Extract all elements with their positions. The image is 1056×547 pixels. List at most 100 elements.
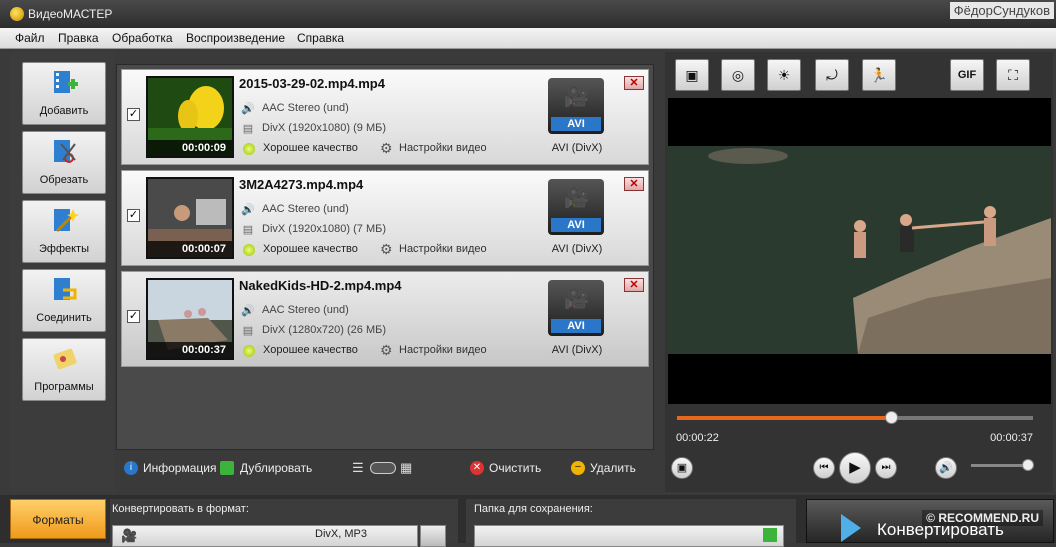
file-row[interactable]: ✓ 00:00:07 3M2A4273.mp4.mp4 🔊 AAC Stereo… [121, 170, 649, 266]
audio-info: AAC Stereo (und) [262, 304, 349, 316]
file-name: 3M2A4273.mp4.mp4 [239, 177, 364, 192]
duration-label: 00:00:09 [148, 140, 232, 156]
play-button[interactable]: ▶ [839, 452, 871, 484]
add-button[interactable]: Добавить [22, 62, 106, 125]
video-settings-link[interactable]: Настройки видео [399, 344, 487, 356]
watermark-icon: ◎ [731, 67, 745, 83]
watermark-button[interactable]: ◎ [721, 59, 755, 91]
trim-button[interactable]: Обрезать [22, 131, 106, 194]
format-button[interactable]: 🎥 AVI [548, 78, 604, 134]
fullscreen-button[interactable]: ⛶ [996, 59, 1030, 91]
file-name: 2015-03-29-02.mp4.mp4 [239, 76, 385, 91]
list-view-icon[interactable]: ☰ [352, 460, 364, 476]
delete-icon: − [571, 461, 585, 475]
file-row-selected[interactable]: ✓ 00:00:37 NakedKids-HD-2.mp4.mp4 🔊 AAC … [121, 271, 649, 367]
audio-info: AAC Stereo (und) [262, 102, 349, 114]
programs-label: Программы [34, 381, 94, 393]
volume-handle[interactable] [1022, 459, 1034, 471]
clear-button[interactable]: Очистить [489, 461, 541, 475]
programs-button[interactable]: Программы [22, 338, 106, 401]
brightness-icon: ☀ [777, 67, 791, 83]
video-icon: ▤ [242, 325, 254, 337]
video-thumbnail: 00:00:07 [146, 177, 234, 259]
speed-button[interactable]: 🏃 [862, 59, 896, 91]
format-selector[interactable]: 🎥 DivX, MP3 [112, 525, 418, 547]
info-icon: i [124, 461, 138, 475]
programs-icon [53, 348, 77, 370]
file-checkbox[interactable]: ✓ [127, 310, 140, 323]
remove-file-button[interactable]: ✕ [624, 278, 644, 292]
quality-link[interactable]: Хорошее качество [263, 243, 358, 255]
gear-icon: ⚙ [380, 140, 393, 156]
gear-icon: ⚙ [380, 342, 393, 358]
format-description: DivX, MP3 [315, 528, 367, 540]
crop-button[interactable]: ▣ [675, 59, 709, 91]
seek-handle[interactable] [884, 411, 898, 424]
menu-edit[interactable]: Правка [58, 31, 99, 45]
user-label: ФёдорСундуков [949, 2, 1054, 19]
menu-processing[interactable]: Обработка [112, 31, 173, 45]
fullscreen-icon: ⛶ [1008, 67, 1018, 83]
file-row[interactable]: ✓ 00:00:09 2015-03-29-02.mp4.mp4 🔊 AAC S… [121, 69, 649, 165]
brightness-button[interactable]: ☀ [767, 59, 801, 91]
add-label: Добавить [39, 105, 89, 117]
trim-label: Обрезать [39, 174, 89, 186]
menu-file[interactable]: Файл [15, 31, 45, 45]
quality-link[interactable]: Хорошее качество [263, 344, 358, 356]
film-add-icon [54, 71, 78, 93]
gear-icon: ⚙ [380, 241, 393, 257]
gif-button[interactable]: GIF [950, 59, 984, 91]
remove-file-button[interactable]: ✕ [624, 177, 644, 191]
video-preview[interactable] [668, 98, 1051, 404]
duplicate-button[interactable]: Дублировать [240, 461, 312, 475]
next-icon: ⏭ [881, 462, 891, 473]
video-icon: ▤ [242, 123, 254, 135]
camera-icon: 🎥 [121, 528, 138, 543]
video-thumbnail: 00:00:37 [146, 278, 234, 360]
save-folder-field[interactable] [474, 525, 784, 547]
format-tag: AVI [551, 117, 601, 131]
quality-icon [243, 244, 255, 256]
format-dropdown-button[interactable] [420, 525, 446, 547]
rotate-button[interactable]: ⤾ [815, 59, 849, 91]
format-button[interactable]: 🎥 AVI [548, 179, 604, 235]
menu-help[interactable]: Справка [297, 31, 344, 45]
current-time: 00:00:22 [676, 432, 719, 444]
next-button[interactable]: ⏭ [875, 457, 897, 479]
video-settings-link[interactable]: Настройки видео [399, 142, 487, 154]
seek-bar[interactable] [677, 411, 1033, 424]
audio-icon: 🔊 [241, 305, 255, 317]
volume-slider[interactable] [971, 459, 1034, 471]
file-checkbox[interactable]: ✓ [127, 108, 140, 121]
previous-button[interactable]: ⏮ [813, 457, 835, 479]
view-toggle[interactable] [370, 462, 396, 474]
formats-button[interactable]: Форматы [10, 499, 106, 539]
join-button[interactable]: Соединить [22, 269, 106, 332]
save-folder-label: Папка для сохранения: [474, 503, 593, 515]
delete-button[interactable]: Удалить [590, 461, 636, 475]
join-label: Соединить [36, 312, 92, 324]
format-name: AVI (DivX) [551, 243, 603, 255]
file-checkbox[interactable]: ✓ [127, 209, 140, 222]
list-action-bar: i Информация Дублировать ☰ ▦ ✕ Очистить … [116, 454, 654, 484]
info-button[interactable]: Информация [143, 461, 216, 475]
remove-file-button[interactable]: ✕ [624, 76, 644, 90]
format-button[interactable]: 🎥 AVI [548, 280, 604, 336]
audio-icon: 🔊 [241, 204, 255, 216]
convert-button[interactable]: Конвертировать © RECOMMEND.RU [806, 499, 1054, 543]
snapshot-button[interactable]: ▣ [671, 457, 693, 479]
quality-icon [243, 143, 255, 155]
effects-button[interactable]: Эффекты [22, 200, 106, 263]
mute-button[interactable]: 🔊 [935, 457, 957, 479]
title-bar: ВидеоМАСТЕР ФёдорСундуков [0, 0, 1056, 28]
folder-icon[interactable] [763, 528, 777, 542]
grid-view-icon[interactable]: ▦ [400, 460, 412, 476]
quality-link[interactable]: Хорошее качество [263, 142, 358, 154]
camera-icon: 🎥 [564, 288, 589, 310]
menu-playback[interactable]: Воспроизведение [186, 31, 285, 45]
tool-panel: Добавить Обрезать Эффекты Соединить Прог… [10, 52, 114, 492]
video-settings-link[interactable]: Настройки видео [399, 243, 487, 255]
previous-icon: ⏮ [819, 462, 829, 473]
clear-icon: ✕ [470, 461, 484, 475]
window-title: ВидеоМАСТЕР [28, 7, 113, 21]
